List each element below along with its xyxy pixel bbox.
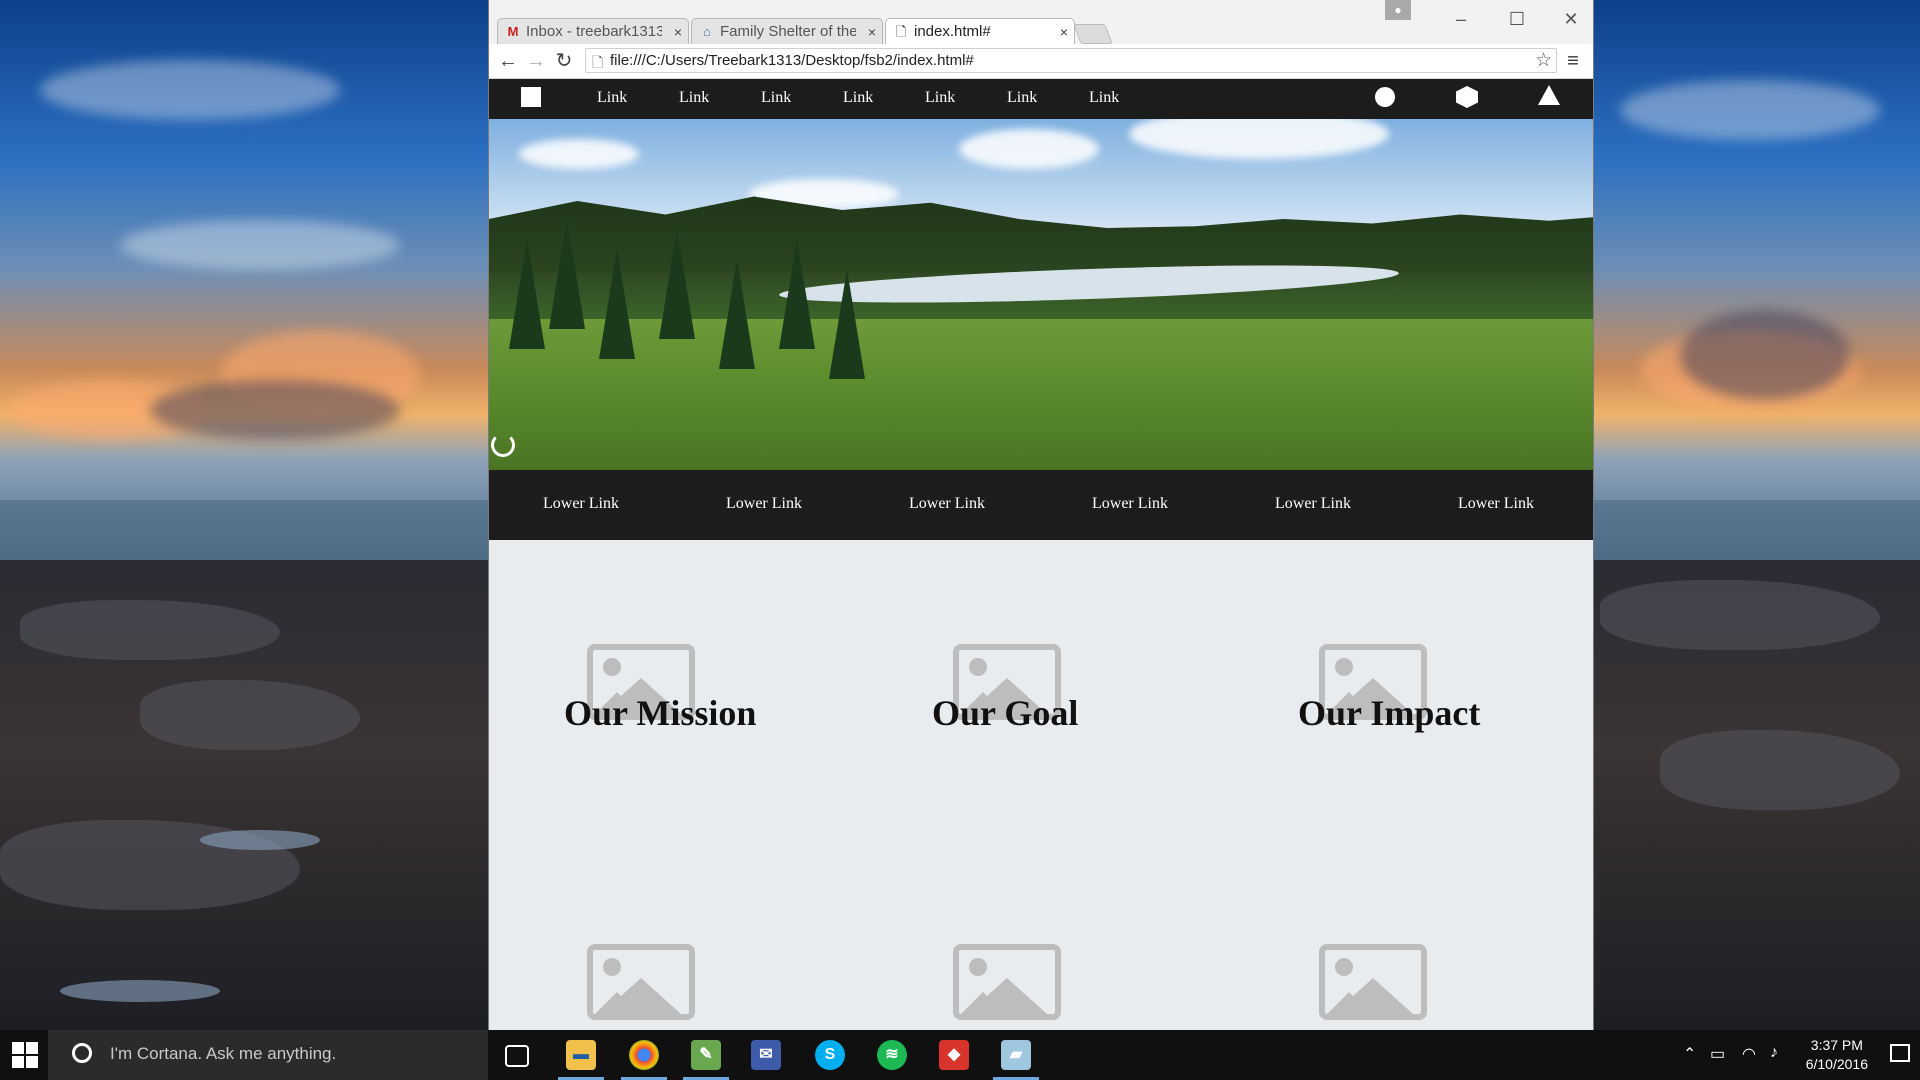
nav-link[interactable]: Link	[925, 89, 955, 107]
image-placeholder-icon	[587, 944, 695, 1020]
url-text: file:///C:/Users/Treebark1313/Desktop/fs…	[610, 52, 974, 69]
nav-link[interactable]: Link	[1007, 89, 1037, 107]
lower-nav-link[interactable]: Lower Link	[1275, 495, 1351, 513]
tab-label: Inbox - treebark1313	[526, 23, 662, 40]
notepad-icon[interactable]: ▰	[1001, 1040, 1031, 1070]
file-explorer-icon[interactable]: ▬	[566, 1040, 596, 1070]
lower-nav-link[interactable]: Lower Link	[1458, 495, 1534, 513]
slider-reload-icon[interactable]	[491, 433, 515, 457]
tab-close-icon[interactable]: ×	[1060, 19, 1068, 44]
profile-icon[interactable]: ●	[1385, 0, 1411, 20]
chrome-icon[interactable]	[629, 1040, 659, 1070]
triangle-icon[interactable]	[1538, 85, 1560, 105]
tab-family-shelter[interactable]: ⌂ Family Shelter of the ×	[691, 18, 883, 44]
tab-strip: M Inbox - treebark1313 × ⌂ Family Shelte…	[489, 0, 1593, 44]
hero-landscape-image	[489, 119, 1593, 470]
browser-window: M Inbox - treebark1313 × ⌂ Family Shelte…	[488, 0, 1594, 1030]
maximize-button[interactable]: ☐	[1497, 4, 1537, 34]
nav-link[interactable]: Link	[597, 89, 627, 107]
page-icon: 🗋	[592, 54, 604, 70]
browser-toolbar: ← → ↻ 🗋 file:///C:/Users/Treebark1313/De…	[489, 44, 1593, 79]
page-viewport: Link Link Link Link Link Link Link Lower…	[489, 79, 1593, 1030]
close-window-button[interactable]: ✕	[1551, 4, 1591, 34]
page-icon: 🗋	[895, 24, 907, 39]
taskbar: I'm Cortana. Ask me anything. ▬ ✎ ✉ S ≋ …	[0, 1030, 1920, 1080]
nav-link[interactable]: Link	[843, 89, 873, 107]
hexagon-icon[interactable]	[1456, 86, 1478, 108]
lower-nav-link[interactable]: Lower Link	[909, 495, 985, 513]
lower-nav-link[interactable]: Lower Link	[726, 495, 802, 513]
image-editor-icon[interactable]: ✎	[691, 1040, 721, 1070]
menu-icon[interactable]: ≡	[1561, 48, 1585, 74]
lower-nav-link[interactable]: Lower Link	[543, 495, 619, 513]
sketchup-icon[interactable]: ◆	[939, 1040, 969, 1070]
start-windows-icon[interactable]	[12, 1042, 38, 1068]
content-section: Our Mission Our Goal Our Impact	[489, 540, 1593, 1030]
address-bar[interactable]: 🗋 file:///C:/Users/Treebark1313/Desktop/…	[585, 48, 1557, 73]
tab-index[interactable]: 🗋 index.html# ×	[885, 18, 1075, 44]
tab-label: Family Shelter of the	[720, 23, 856, 40]
system-clock[interactable]: 3:37 PM 6/10/2016	[1806, 1036, 1868, 1074]
gmail-icon: M	[507, 24, 519, 39]
back-button[interactable]: ←	[495, 48, 521, 74]
minimize-button[interactable]: –	[1441, 4, 1481, 34]
wallpaper-cloud	[40, 60, 340, 120]
wallpaper-cloud	[120, 220, 400, 270]
nav-link[interactable]: Link	[761, 89, 791, 107]
section-title-goal: Our Goal	[932, 693, 1079, 733]
wifi-icon[interactable]: ◠	[1742, 1044, 1756, 1064]
volume-icon[interactable]: ♪	[1770, 1044, 1778, 1062]
new-tab-button[interactable]	[1073, 24, 1113, 44]
action-center-icon[interactable]	[1890, 1044, 1910, 1062]
lower-nav: Lower Link Lower Link Lower Link Lower L…	[489, 470, 1593, 540]
skype-icon[interactable]: S	[815, 1040, 845, 1070]
wallpaper-cloud	[150, 380, 400, 440]
show-hidden-icons-chevron-icon[interactable]: ⌃	[1683, 1044, 1696, 1064]
wallpaper-cloud	[1620, 80, 1880, 140]
top-nav: Link Link Link Link Link Link Link	[489, 79, 1593, 119]
cortana-placeholder: I'm Cortana. Ask me anything.	[110, 1044, 337, 1063]
cortana-search-box[interactable]: I'm Cortana. Ask me anything.	[48, 1030, 488, 1080]
tab-close-icon[interactable]: ×	[674, 19, 682, 44]
logo-square-icon[interactable]	[521, 87, 541, 107]
tab-close-icon[interactable]: ×	[868, 19, 876, 44]
circle-icon[interactable]	[1375, 87, 1395, 107]
spotify-icon[interactable]: ≋	[877, 1040, 907, 1070]
tab-inbox[interactable]: M Inbox - treebark1313 ×	[497, 18, 689, 44]
cortana-icon	[72, 1043, 92, 1063]
battery-icon[interactable]: ▭	[1710, 1044, 1725, 1064]
nav-link[interactable]: Link	[1089, 89, 1119, 107]
image-placeholder-icon	[953, 944, 1061, 1020]
image-placeholder-icon	[1319, 944, 1427, 1020]
nav-link[interactable]: Link	[679, 89, 709, 107]
clock-time: 3:37 PM	[1810, 1037, 1863, 1053]
document-icon[interactable]: ✉	[751, 1040, 781, 1070]
tab-label: index.html#	[914, 23, 991, 40]
forward-button[interactable]: →	[523, 48, 549, 74]
section-title-mission: Our Mission	[564, 693, 757, 733]
section-title-impact: Our Impact	[1298, 693, 1481, 733]
task-view-icon[interactable]	[505, 1045, 529, 1067]
reload-button[interactable]: ↻	[551, 48, 577, 74]
lower-nav-link[interactable]: Lower Link	[1092, 495, 1168, 513]
clock-date: 6/10/2016	[1805, 1056, 1868, 1072]
site-icon: ⌂	[703, 24, 711, 39]
bookmark-star-icon[interactable]: ☆	[1535, 49, 1552, 72]
wallpaper-cloud	[1680, 310, 1850, 400]
